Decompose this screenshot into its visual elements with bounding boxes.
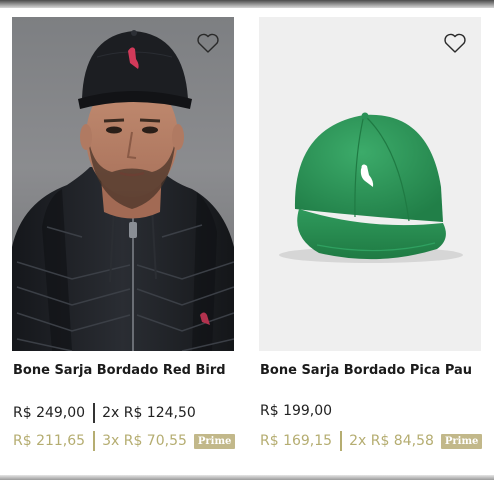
product-title[interactable]: Bone Sarja Bordado Pica Pau [260,363,472,378]
prime-price: R$ 211,65 [13,433,86,449]
price-row: R$ 249,00 2x R$ 124,50 [13,403,196,423]
product-price: R$ 199,00 [260,403,333,419]
prime-price: R$ 169,15 [260,433,333,449]
green-cap-photo [279,112,463,263]
top-edge [0,0,494,8]
installments-text: 2x R$ 124,50 [102,405,196,421]
prime-price-row: R$ 169,15 2x R$ 84,58 Prime [260,431,483,451]
product-card[interactable]: Bone Sarja Bordado Red Bird R$ 249,00 2x… [12,17,242,472]
price-row: R$ 199,00 [260,403,332,419]
prime-installments-text: 3x R$ 70,55 [102,433,187,449]
product-card[interactable]: Bone Sarja Bordado Pica Pau R$ 199,00 R$… [259,17,489,472]
price-divider [93,431,96,451]
product-image[interactable] [12,17,234,351]
prime-badge: Prime [440,433,483,449]
product-price: R$ 249,00 [13,405,86,421]
man-wearing-black-cap-photo [12,30,234,351]
heart-outline-icon[interactable] [196,32,220,54]
prime-installments-text: 2x R$ 84,58 [349,433,434,449]
bottom-edge [0,475,494,480]
product-title[interactable]: Bone Sarja Bordado Red Bird [13,363,226,378]
price-divider [93,403,96,423]
prime-price-row: R$ 211,65 3x R$ 70,55 Prime [13,431,236,451]
price-divider [340,431,343,451]
prime-badge: Prime [193,433,236,449]
heart-outline-icon[interactable] [443,32,467,54]
product-image[interactable] [259,17,481,351]
